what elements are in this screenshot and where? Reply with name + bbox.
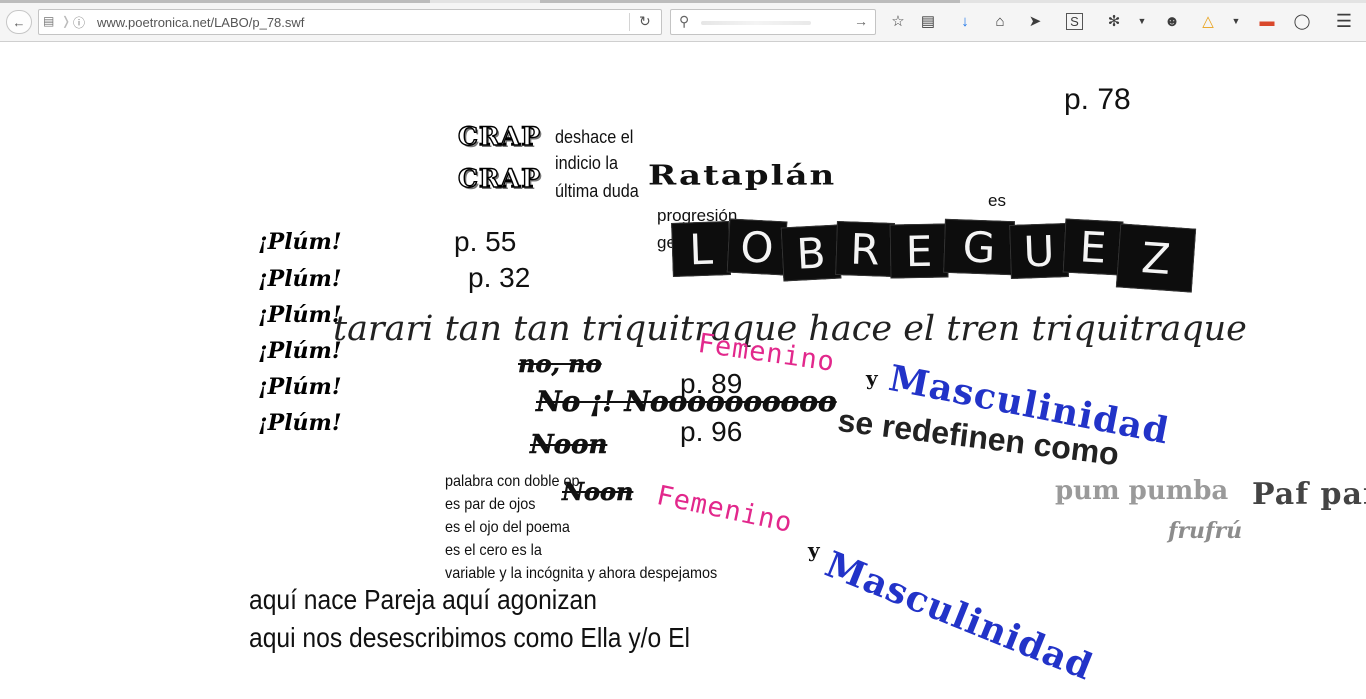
plum-word: ¡Plúm! (258, 374, 342, 400)
poem-line: es el cero es la (445, 542, 542, 559)
lobreguez-word: L O B R E G U E Z (671, 218, 1202, 300)
screenshot-icon[interactable]: S (1066, 13, 1083, 30)
lobreguez-letter: E (1062, 218, 1124, 276)
url-text[interactable]: www.poetronica.net/LABO/p_78.swf (97, 15, 304, 30)
tab-strip (0, 0, 1366, 3)
pum-word: pum pumba (1055, 476, 1229, 506)
color-icon[interactable]: △ (1198, 11, 1218, 31)
poem-line: deshace el (555, 127, 634, 147)
reload-icon[interactable]: ↻ (639, 13, 651, 30)
go-arrow-icon[interactable]: → (854, 13, 868, 29)
poem-line: última duda (555, 181, 639, 201)
divider (629, 13, 630, 31)
lobreguez-letter: E (889, 223, 949, 279)
lobreguez-letter: Z (1115, 223, 1197, 293)
poem-word: Noon (530, 430, 608, 460)
menu-icon[interactable]: ☰ (1334, 11, 1354, 31)
poem-word: y (808, 538, 820, 562)
dropdown-icon[interactable]: ▼ (1132, 11, 1152, 31)
extension-icon[interactable]: ✻ (1104, 11, 1124, 31)
crap-word: CRAP (457, 164, 541, 193)
dropdown-icon[interactable]: ▼ (1226, 11, 1246, 31)
poem-word: y (866, 366, 878, 390)
poem-line: indicio la (555, 153, 619, 173)
home-icon[interactable]: ⌂ (990, 11, 1010, 31)
page-ref: p. 55 (454, 226, 517, 257)
tab-indicator (0, 0, 430, 3)
plum-word: ¡Plúm! (258, 266, 342, 292)
poem-line: variable y la incógnita y ahora despejam… (445, 565, 718, 582)
paf-word: Paf paf (1252, 477, 1366, 512)
search-placeholder (701, 21, 811, 25)
send-icon[interactable]: ➤ (1025, 11, 1045, 31)
back-icon: ← (12, 14, 26, 30)
lobreguez-letter: U (1009, 223, 1069, 279)
flash-poem-canvas[interactable]: p. 78 CRAP CRAP deshace el indicio la úl… (0, 42, 1366, 699)
plum-word: ¡Plúm! (258, 229, 342, 255)
page-label: p. 78 (1064, 83, 1131, 116)
browser-toolbar: ← ▤ ❭ ⓘ www.poetronica.net/LABO/p_78.swf… (0, 0, 1366, 42)
femenino-word: Femenino (653, 480, 796, 540)
poem-line: aqui nos desescribimos como Ella y/o El (249, 622, 690, 653)
pocket-icon[interactable]: ◯ (1292, 11, 1312, 31)
frufru-word: frufrú (1168, 518, 1243, 544)
info-icon[interactable]: ⓘ (73, 14, 85, 31)
back-button[interactable]: ← (6, 10, 32, 34)
search-icon: ⚲ (679, 13, 690, 29)
lobreguez-letter: R (835, 221, 895, 277)
reading-list-icon[interactable]: ▤ (918, 11, 938, 31)
rataplan-word: Rataplán (648, 159, 837, 192)
page-ref: p. 32 (468, 262, 531, 293)
plum-word: ¡Plúm! (258, 302, 342, 328)
plum-word: ¡Plúm! (258, 410, 342, 436)
download-arrow-icon[interactable]: ↓ (955, 11, 975, 31)
lobreguez-letter: B (780, 224, 842, 282)
crap-word: CRAP (457, 122, 541, 151)
plum-word: ¡Plúm! (258, 338, 342, 364)
poem-line: es el ojo del poema (445, 519, 570, 536)
poem-word: no, no (518, 349, 602, 378)
downloads-icon[interactable]: ▤ (43, 14, 54, 28)
url-bar[interactable]: ▤ ❭ ⓘ www.poetronica.net/LABO/p_78.swf ↻ (38, 9, 662, 35)
poem-line: aquí nace Pareja aquí agonizan (249, 584, 597, 615)
pen-icon[interactable]: ▬ (1257, 11, 1277, 31)
masculinidad-word: Masculinidad (819, 543, 1099, 689)
poem-line: palabra con doble op (445, 473, 580, 490)
page-ref: p. 89 (680, 368, 743, 399)
search-bar[interactable]: ⚲ → (670, 9, 876, 35)
page-ref: p. 96 (680, 416, 743, 447)
lobreguez-letter: O (726, 218, 788, 276)
tab-indicator (540, 0, 960, 3)
lobreguez-letter: G (943, 218, 1015, 276)
bookmark-star-icon[interactable]: ☆ (888, 11, 908, 31)
chat-icon[interactable]: ☻ (1162, 11, 1182, 31)
poem-word: es (988, 191, 1006, 210)
lobreguez-letter: L (671, 221, 731, 277)
poem-line: es par de ojos (445, 496, 536, 513)
